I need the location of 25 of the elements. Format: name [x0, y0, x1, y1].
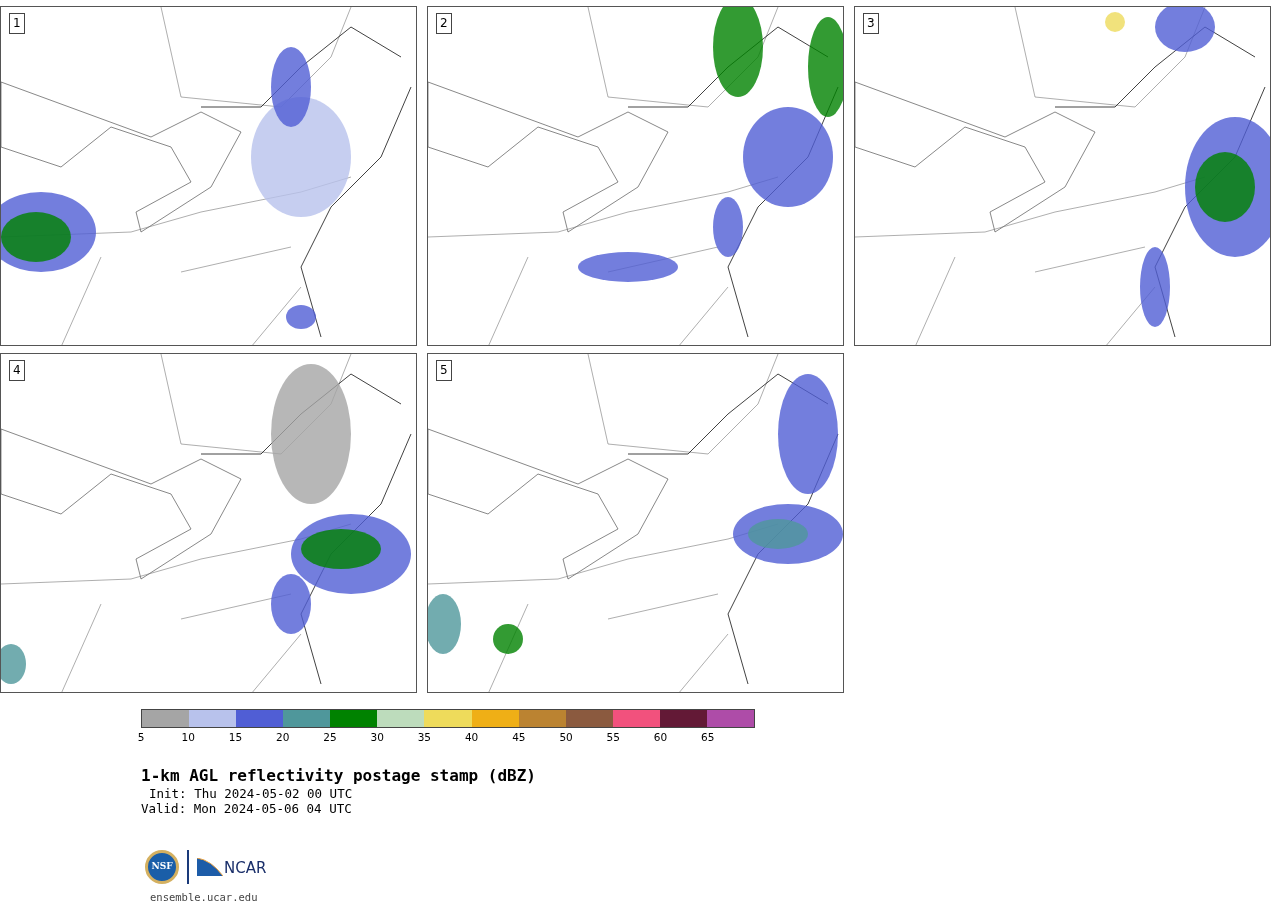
panel-number: 2 — [436, 13, 452, 34]
panel-number: 5 — [436, 360, 452, 381]
tick-label: 55 — [606, 730, 620, 744]
tick-label: 60 — [653, 730, 668, 744]
tick-label: 50 — [559, 730, 573, 744]
nsf-logo: NSF — [145, 850, 179, 884]
chart-title: 1-km AGL reflectivity postage stamp (dBZ) — [141, 766, 536, 786]
tick-label: 5 — [137, 730, 145, 744]
tick-label: 65 — [701, 730, 715, 744]
ncar-swoosh-icon — [197, 858, 223, 876]
panel-number: 1 — [9, 13, 25, 34]
tick-label: 45 — [512, 730, 526, 744]
panel-number: 3 — [863, 13, 879, 34]
tick-label: 10 — [181, 730, 195, 744]
tick-label: 35 — [417, 730, 432, 744]
init-time: Init: Thu 2024-05-02 00 UTC — [148, 786, 353, 801]
tick-label: 20 — [276, 730, 290, 744]
tick-label: 40 — [464, 730, 479, 744]
site-url: ensemble.ucar.edu — [150, 890, 259, 905]
panel-number: 4 — [9, 360, 25, 381]
tick-label: 25 — [323, 730, 337, 744]
ncar-logo: NCAR — [197, 858, 267, 876]
tick-label: 30 — [370, 730, 384, 744]
tick-label: 15 — [228, 730, 243, 744]
valid-time: Valid: Mon 2024-05-06 04 UTC — [141, 801, 352, 816]
